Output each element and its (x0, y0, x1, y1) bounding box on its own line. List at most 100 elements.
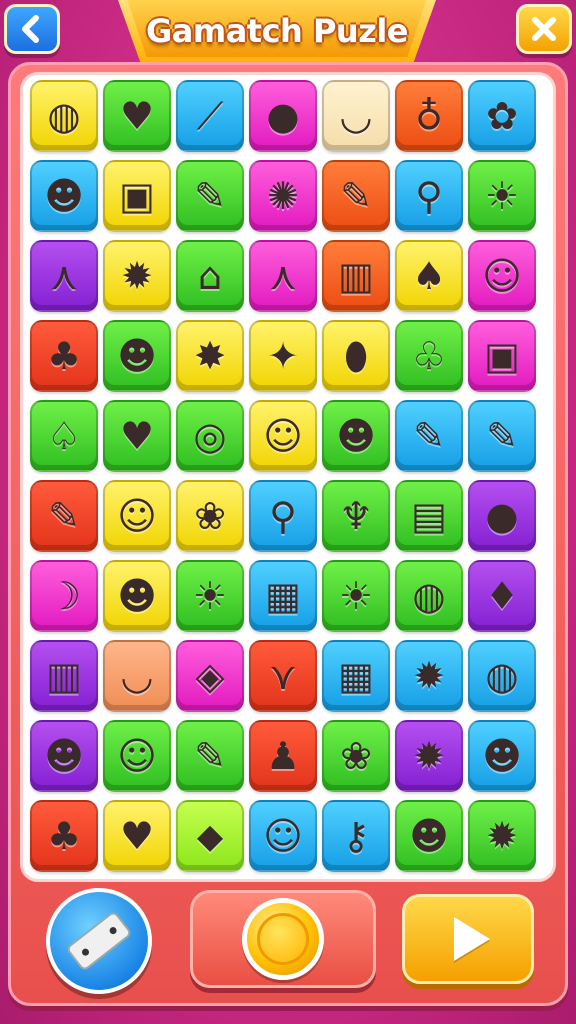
tile[interactable]: ♧ (395, 320, 463, 392)
tile[interactable]: ✿ (468, 80, 536, 152)
blocks-icon: ▦ (338, 654, 374, 698)
tile[interactable]: ♥ (103, 80, 171, 152)
tile[interactable]: ☺ (468, 240, 536, 312)
tile[interactable]: ◎ (176, 400, 244, 472)
tile[interactable]: ♠ (395, 240, 463, 312)
tile[interactable]: ♤ (30, 400, 98, 472)
tile[interactable]: ▣ (103, 160, 171, 232)
tile[interactable]: ✸ (176, 320, 244, 392)
flower-monster-icon: ✿ (486, 94, 518, 138)
tile[interactable]: ⋏ (30, 240, 98, 312)
lollipop-icon: ♣ (46, 814, 82, 858)
sun-icon: ☀ (192, 574, 228, 618)
tile[interactable]: ✹ (395, 640, 463, 712)
tile[interactable]: ▥ (322, 240, 390, 312)
pencil-icon: ✎ (486, 414, 518, 458)
tile[interactable]: ♟ (249, 720, 317, 792)
tile[interactable]: ♥ (103, 800, 171, 872)
back-button[interactable] (4, 4, 60, 54)
tile[interactable]: ☻ (30, 720, 98, 792)
tile[interactable]: ☺ (249, 400, 317, 472)
tile[interactable]: ✎ (395, 400, 463, 472)
tile[interactable]: ▥ (30, 640, 98, 712)
tile[interactable]: ✎ (176, 720, 244, 792)
ball-icon: ◍ (412, 574, 446, 618)
tile[interactable]: ⚲ (395, 160, 463, 232)
tile[interactable]: ✦ (249, 320, 317, 392)
hint-button[interactable] (190, 890, 376, 988)
tile[interactable]: ✎ (468, 400, 536, 472)
tile[interactable]: ⬮ (322, 320, 390, 392)
books-icon: ▥ (46, 654, 82, 698)
tile[interactable]: ◍ (395, 560, 463, 632)
tile[interactable]: ▣ (468, 320, 536, 392)
tile[interactable]: ● (468, 480, 536, 552)
tile[interactable]: ◡ (322, 80, 390, 152)
tile[interactable]: ✎ (176, 160, 244, 232)
tile[interactable]: ♦ (468, 560, 536, 632)
tile[interactable]: ✺ (249, 160, 317, 232)
tile[interactable]: ☻ (103, 560, 171, 632)
tile[interactable]: ☻ (395, 800, 463, 872)
tile[interactable]: ♣ (30, 320, 98, 392)
tile[interactable]: ☀ (468, 160, 536, 232)
tile[interactable]: ☻ (322, 400, 390, 472)
tile[interactable]: ✹ (103, 240, 171, 312)
pencil-icon: ✎ (194, 734, 226, 778)
tile[interactable]: ◡ (103, 640, 171, 712)
beach-ball-icon: ◍ (47, 94, 81, 138)
close-button[interactable] (516, 4, 572, 54)
rabbit-icon: ☻ (336, 414, 376, 458)
tile[interactable]: ◍ (30, 80, 98, 152)
tile[interactable]: ⋎ (249, 640, 317, 712)
tile[interactable]: ☀ (176, 560, 244, 632)
tile[interactable]: ◍ (468, 640, 536, 712)
tile[interactable]: ☻ (103, 320, 171, 392)
tile[interactable]: ☺ (103, 720, 171, 792)
sun-monster-icon: ✹ (486, 814, 518, 858)
tile[interactable]: ☻ (30, 160, 98, 232)
ghost-icon: ☺ (117, 494, 157, 538)
tile[interactable]: ▤ (395, 480, 463, 552)
tile[interactable]: ☽ (30, 560, 98, 632)
tile[interactable]: ⚲ (249, 480, 317, 552)
lollipop-icon: ♠ (411, 254, 447, 298)
palm-tree-icon: ♆ (338, 494, 374, 538)
alien-icon: ☻ (117, 574, 157, 618)
tile[interactable]: ⬥ (176, 800, 244, 872)
tile[interactable]: ⋏ (249, 240, 317, 312)
shuffle-button[interactable] (46, 888, 152, 994)
tile[interactable]: ◈ (176, 640, 244, 712)
tile[interactable]: ♥ (103, 400, 171, 472)
rattle-icon: ◈ (195, 654, 225, 698)
header: Gamatch Puzle (0, 0, 576, 64)
tile[interactable]: ❀ (176, 480, 244, 552)
tile[interactable]: ♆ (322, 480, 390, 552)
tile[interactable]: ❀ (322, 720, 390, 792)
pencil-icon: ✎ (194, 174, 226, 218)
tile[interactable]: ✎ (30, 480, 98, 552)
tile[interactable]: ☀ (322, 560, 390, 632)
lion-icon: ✹ (413, 654, 445, 698)
tile[interactable]: ✎ (322, 160, 390, 232)
orange-icon: ● (485, 494, 519, 538)
tile[interactable]: ⟋ (176, 80, 244, 152)
deer-icon: ☺ (482, 254, 522, 298)
close-icon (532, 17, 556, 41)
tile[interactable]: ● (249, 80, 317, 152)
tile[interactable]: ♁ (395, 80, 463, 152)
tile[interactable]: ⚷ (322, 800, 390, 872)
tile[interactable]: ▦ (249, 560, 317, 632)
tile[interactable]: ✹ (468, 800, 536, 872)
pin-icon: ♁ (415, 94, 443, 138)
tile[interactable]: ✹ (395, 720, 463, 792)
tile[interactable]: ☺ (249, 800, 317, 872)
tile[interactable]: ⌂ (176, 240, 244, 312)
yarn-ball-icon: ◎ (193, 414, 227, 458)
play-button[interactable] (402, 894, 534, 984)
tile[interactable]: ♣ (30, 800, 98, 872)
tile[interactable]: ▦ (322, 640, 390, 712)
tile[interactable]: ☺ (103, 480, 171, 552)
popsicle-icon: ⬥ (196, 814, 224, 858)
tile[interactable]: ☻ (468, 720, 536, 792)
